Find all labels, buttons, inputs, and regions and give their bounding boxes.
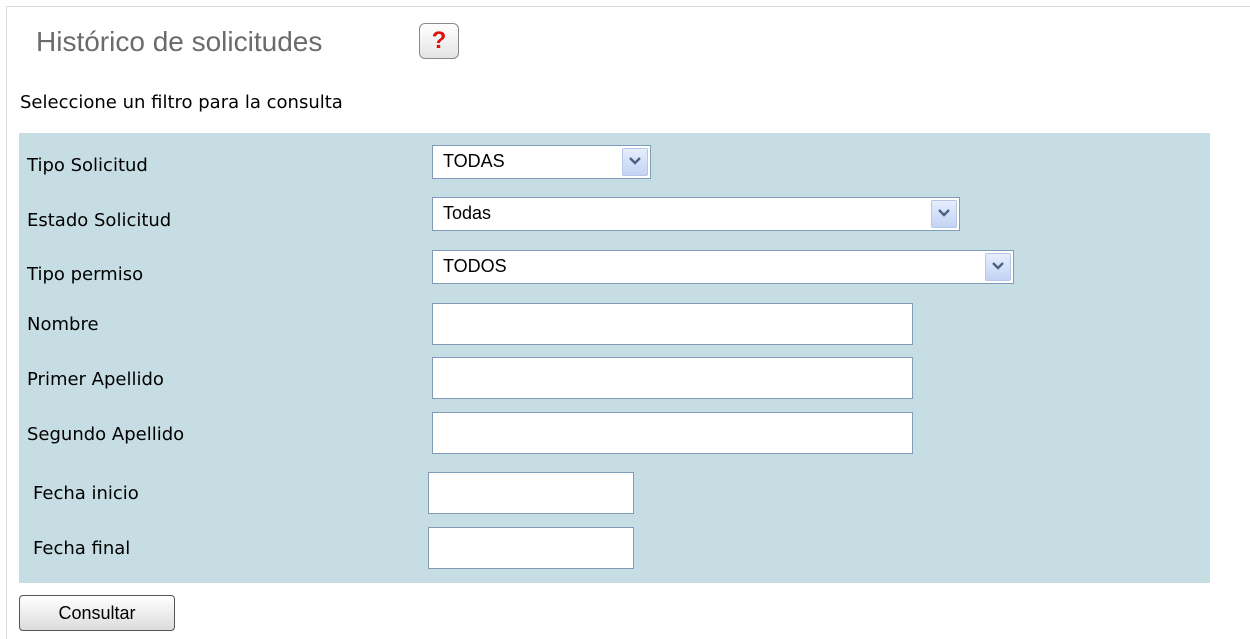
fecha-final-label: Fecha final (33, 538, 131, 559)
chevron-down-icon (985, 253, 1011, 281)
filter-instructions: Seleccione un filtro para la consulta (20, 92, 343, 113)
fecha-inicio-label: Fecha inicio (33, 483, 139, 504)
tipo-solicitud-select[interactable]: TODAS (432, 145, 651, 179)
estado-solicitud-label: Estado Solicitud (27, 210, 172, 231)
tipo-solicitud-value: TODAS (443, 151, 505, 171)
estado-solicitud-value: Todas (443, 203, 492, 223)
question-mark-icon: ? (431, 27, 447, 54)
fecha-inicio-input[interactable] (428, 472, 634, 514)
chevron-down-icon (931, 200, 957, 228)
segundo-apellido-label: Segundo Apellido (27, 424, 185, 445)
help-button[interactable]: ? (419, 23, 459, 59)
estado-solicitud-select[interactable]: Todas (432, 197, 960, 231)
segundo-apellido-input[interactable] (432, 412, 913, 454)
tipo-permiso-value: TODOS (443, 256, 507, 276)
chevron-down-icon (622, 148, 648, 176)
tipo-permiso-label: Tipo permiso (27, 264, 144, 285)
tipo-permiso-select[interactable]: TODOS (432, 250, 1014, 284)
nombre-input[interactable] (432, 303, 913, 345)
page-title: Histórico de solicitudes (36, 26, 323, 57)
fecha-final-input[interactable] (428, 527, 634, 569)
consultar-button[interactable]: Consultar (19, 595, 175, 631)
nombre-label: Nombre (27, 314, 99, 335)
tipo-solicitud-label: Tipo Solicitud (27, 155, 148, 176)
primer-apellido-label: Primer Apellido (27, 369, 164, 390)
primer-apellido-input[interactable] (432, 357, 913, 399)
